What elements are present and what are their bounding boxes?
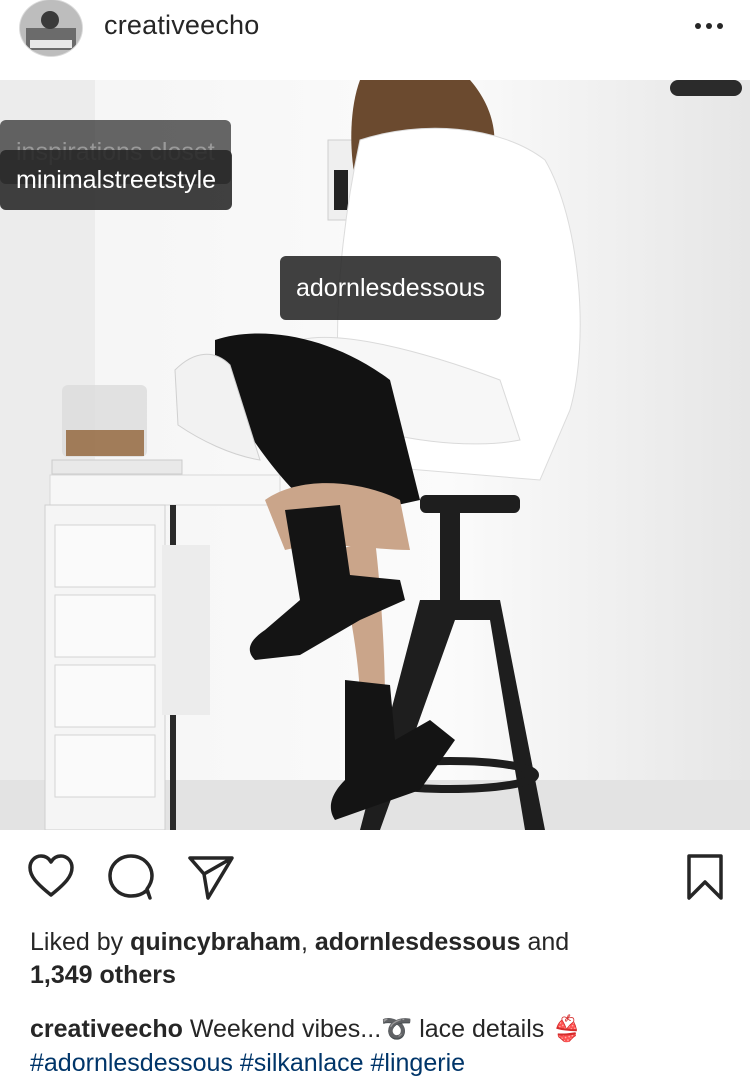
photo-tag-adornlesdessous[interactable]: adornlesdessous — [280, 256, 502, 320]
avatar[interactable] — [20, 0, 82, 56]
comment-button[interactable] — [106, 852, 156, 902]
caption-text: Weekend vibes...➰ lace details 👙 — [189, 1015, 583, 1043]
post-username[interactable]: creativeecho — [104, 10, 260, 41]
save-button[interactable] — [680, 852, 730, 902]
avatar-image — [20, 0, 82, 56]
photo-tag-minimalstreetstyle[interactable]: minimalstreetstyle — [0, 150, 233, 210]
bookmark-icon — [687, 854, 723, 900]
post-header: creativeecho — [0, 0, 750, 81]
action-bar — [0, 830, 750, 926]
comment-icon — [108, 854, 154, 900]
liker-quincybraham[interactable]: quincybraham — [130, 928, 301, 956]
like-button[interactable] — [26, 852, 76, 902]
share-button[interactable] — [186, 852, 236, 902]
heart-icon — [28, 854, 74, 897]
hashtag-silkanlace[interactable]: #silkanlace — [240, 1049, 364, 1077]
more-horizontal-icon — [695, 23, 723, 29]
likes-prefix: Liked by — [30, 928, 124, 956]
hashtag-lingerie[interactable]: #lingerie — [371, 1049, 466, 1077]
more-options-button[interactable] — [684, 8, 734, 44]
hashtag-adornlesdessous[interactable]: #adornlesdessous — [30, 1049, 233, 1077]
likes-separator: , — [300, 928, 308, 956]
caption-username[interactable]: creativeecho — [30, 1015, 183, 1043]
post-photo[interactable]: inspirations closet minimalstreetstyle a… — [0, 80, 750, 830]
post-caption: creativeecho Weekend vibes...➰ lace deta… — [30, 1012, 730, 1080]
likes-count[interactable]: 1,349 others — [30, 961, 176, 989]
liker-adornlesdessous[interactable]: adornlesdessous — [315, 928, 521, 956]
likes-and: and — [527, 928, 570, 956]
send-icon — [188, 856, 234, 900]
likes-summary: Liked by quincybraham, adornlesdessous a… — [30, 926, 720, 992]
